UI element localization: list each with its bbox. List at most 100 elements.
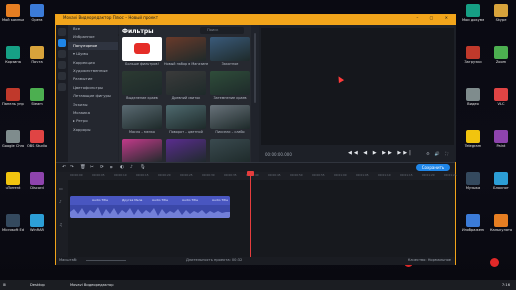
filter-thumbnail[interactable] [122,105,162,129]
app-icon [6,172,20,185]
desktop-icon[interactable]: Загрузки [462,46,484,64]
desktop-icon-label: Paint [496,144,506,148]
filter-thumbnail[interactable] [210,139,250,162]
filter-thumbnail[interactable] [166,105,206,129]
filter-thumbnail[interactable] [166,71,206,95]
crop-icon[interactable]: ⌗ [110,165,113,171]
desktop-icon[interactable]: Paint [490,130,512,148]
category-item[interactable]: Художественные [68,67,118,75]
desktop-icon[interactable]: Почта [26,46,48,64]
filter-label: Затемнение краев [213,96,247,100]
filter-thumbnail[interactable] [210,105,250,129]
filter-thumbnail[interactable] [122,139,162,162]
desktop-icon[interactable]: Skype [490,4,512,22]
video-track-icon[interactable]: ▭ [59,186,68,191]
category-item[interactable]: Избранное [68,33,118,41]
desktop-icon-label: Microsoft Edge [2,228,24,232]
clip-title-strip: Audio Title Другая Мела Audio Title Audio T… [70,196,230,205]
desktop-icon[interactable]: Мои документы [462,4,484,22]
rotate-icon[interactable]: ⟳ [100,165,104,170]
filter-thumbnail[interactable] [122,71,162,95]
category-item[interactable]: Популярное [68,41,118,51]
color-icon[interactable]: ◐ [120,165,124,170]
category-item[interactable]: Эскизы [68,101,118,109]
titles-icon[interactable] [58,61,66,69]
app-icon [494,46,508,59]
category-item[interactable]: Все [68,25,118,33]
filter-thumbnail[interactable] [166,37,206,61]
app-window: Movavi Видеоредактор Плюс – Новый проект… [55,14,457,265]
desktop-icon[interactable]: Discord [26,172,48,190]
more-tools-icon[interactable] [58,83,66,91]
desktop-icon-label: Загрузки [464,60,482,64]
desktop-icon[interactable]: WinRAR [26,214,48,232]
app-icon [494,172,508,185]
mic-icon[interactable]: 🎙 [140,165,146,170]
category-item[interactable]: Летающие фигуры [68,92,118,100]
desktop-icon[interactable]: Zoom [490,46,512,64]
delete-icon[interactable]: 🗑 [80,165,86,170]
desktop-icon-label: Корзина [5,60,21,64]
app-icon [494,88,508,101]
filter-thumbnail[interactable] [210,37,250,61]
desktop-icon[interactable]: Видео [462,88,484,106]
export-button[interactable]: Сохранить [416,164,450,171]
desktop-icon[interactable]: Музыка [462,172,484,190]
filter-thumbnail[interactable] [122,37,162,61]
filter-thumbnail[interactable] [166,139,206,162]
playhead[interactable] [250,172,251,260]
desktop-icon[interactable]: Панель управления [2,88,24,106]
audio-clip[interactable]: Audio Title Другая Мела Audio Title Audio T… [70,196,230,218]
desktop-icon[interactable]: Мой компьютер [2,4,24,22]
redo-icon[interactable]: ↷ [70,165,74,170]
clip-label: Audio Title [92,197,108,202]
audio-track-icon[interactable]: ♪ [59,199,68,204]
category-item[interactable]: Хорроры [68,126,118,134]
desktop-icon-label: WinRAR [29,228,45,232]
filters-icon[interactable] [58,39,66,47]
category-item[interactable]: ▾ Шумы [68,50,118,58]
category-item[interactable]: Размытие [68,75,118,83]
app-icon [466,172,480,185]
category-item[interactable]: Мозаика [68,109,118,117]
filter-categories: Все Избранное Популярное ▾ Шумы Коррекция Худ… [68,25,118,162]
desktop-icon[interactable]: Блокнот [490,172,512,190]
clip-label: Audio Title [182,197,198,202]
search-input[interactable]: Поиск [200,27,244,34]
category-item[interactable]: ▸ Ретро [68,117,118,125]
undo-icon[interactable]: ↶ [62,165,66,170]
taskbar-item-movavi[interactable]: Movavi Видеоредактор [70,280,114,290]
desktop-icon[interactable]: uTorrent [2,172,24,190]
music-track-icon[interactable]: ♫ [59,222,68,227]
filters-scrollbar[interactable] [254,33,256,103]
preview-right-controls[interactable]: ⚙ 🔊 ⛶ [426,151,450,156]
desktop-icon[interactable]: OBS Studio [26,130,48,148]
filter-label: Выделение краев [126,96,158,100]
desktop-icon[interactable]: Opera [26,4,48,22]
zoom-slider[interactable] [86,260,126,261]
ruler-tick: 00:00:00 [70,173,83,177]
filter-thumbnail[interactable] [210,71,250,95]
start-button[interactable]: ⊞ [3,280,6,290]
playback-controls[interactable]: ◀◀ ◀ ▶ ▶▶ ▶▶| [348,150,413,156]
filters-panel: Фильтры Поиск Больше фильтров! Новый набо… [119,25,251,162]
desktop-icon[interactable]: Изображения [462,214,484,232]
transitions-icon[interactable] [58,50,66,58]
stickers-icon[interactable] [58,72,66,80]
category-item[interactable]: Цветофильтры [68,84,118,92]
desktop-icon[interactable]: Google Chrome [2,130,24,148]
desktop-icon[interactable]: Steam [26,88,48,106]
status-bar: Масштаб: Длительность проекта: 00:32 Кач… [56,257,455,265]
taskbar-item-desktop[interactable]: Desktop [30,280,45,290]
category-item[interactable]: Коррекция [68,59,118,67]
desktop-icon[interactable]: Microsoft Edge [2,214,24,232]
desktop-icon[interactable]: Telegram [462,130,484,148]
desktop-icon[interactable]: Калькулятор [490,214,512,232]
timeline-ruler[interactable]: 00:00:00 00:00:05 00:00:10 00:00:15 00:00:20… [56,172,457,180]
desktop-icon[interactable]: VLC [490,88,512,106]
audio-icon[interactable]: ♪ [130,165,133,170]
cut-icon[interactable]: ✂ [90,165,94,170]
app-icon [6,130,20,143]
desktop-icon[interactable]: Корзина [2,46,24,64]
import-icon[interactable] [58,28,66,36]
